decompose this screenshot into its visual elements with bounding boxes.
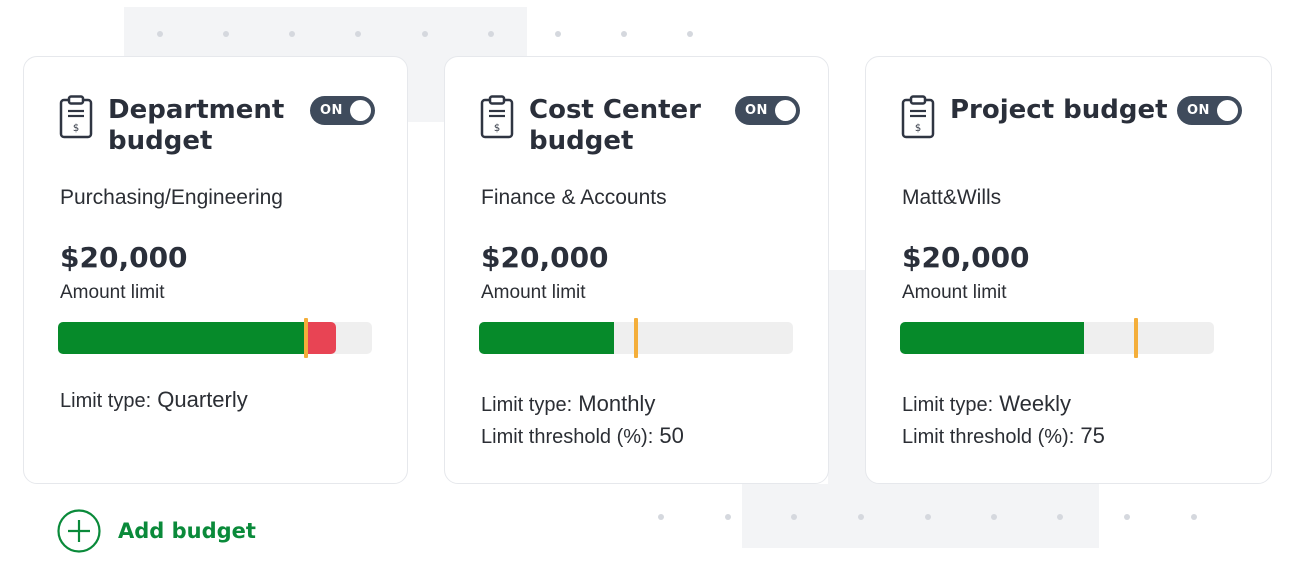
budget-card-department: $ Department budget ON Purchasing/Engine… [23,56,408,484]
background-dot [858,514,864,520]
limit-type-label: Limit type: [60,390,152,412]
limit-threshold-value: 75 [1080,423,1105,448]
enable-toggle[interactable]: ON [735,96,800,125]
card-subtitle: Purchasing/Engineering [60,186,283,209]
toggle-knob [775,100,796,121]
limit-type-value: Quarterly [157,387,248,412]
limit-threshold-label: Limit threshold (%): [481,426,654,448]
limit-type-value: Monthly [578,391,656,416]
limit-threshold: Limit threshold (%): 50 [481,422,684,451]
toggle-knob [350,100,371,121]
svg-text:$: $ [73,123,79,134]
progress-over-limit [306,322,336,354]
background-dot [157,31,163,37]
clipboard-dollar-icon: $ [901,95,935,139]
add-budget-label: Add budget [118,519,256,543]
background-dot [991,514,997,520]
limit-type-label: Limit type: [902,394,994,416]
background-dot [791,514,797,520]
progress-fill [479,322,614,354]
limit-type: Limit type: Quarterly [60,386,248,415]
background-dot [687,31,693,37]
limit-type: Limit type: Monthly [481,390,655,419]
toggle-label: ON [1187,103,1210,118]
progress-fill [58,322,306,354]
background-dot [289,31,295,37]
threshold-marker [1134,318,1138,358]
enable-toggle[interactable]: ON [1177,96,1242,125]
background-dot [1191,514,1197,520]
amount-value: $20,000 [902,241,1030,274]
amount-value: $20,000 [481,241,609,274]
amount-label: Amount limit [60,282,165,303]
budget-progress-bar [900,318,1214,358]
background-dot [488,31,494,37]
clipboard-dollar-icon: $ [59,95,93,139]
background-dot [355,31,361,37]
background-dot [658,514,664,520]
toggle-knob [1217,100,1238,121]
limit-type: Limit type: Weekly [902,390,1071,419]
background-dot [223,31,229,37]
plus-circle-icon [57,509,101,553]
budget-progress-bar [58,318,372,358]
limit-threshold: Limit threshold (%): 75 [902,422,1105,451]
background-dot [1124,514,1130,520]
enable-toggle[interactable]: ON [310,96,375,125]
budget-card-project: $ Project budget ON Matt&Wills $20,000 A… [865,56,1272,484]
card-subtitle: Matt&Wills [902,186,1002,209]
card-title: Cost Center budget [529,95,702,156]
background-dot [621,31,627,37]
budget-progress-bar [479,318,793,358]
background-dot [422,31,428,37]
toggle-label: ON [320,103,343,118]
limit-threshold-label: Limit threshold (%): [902,426,1075,448]
threshold-marker [304,318,308,358]
svg-text:$: $ [915,123,921,134]
background-dot [725,514,731,520]
progress-fill [900,322,1084,354]
svg-text:$: $ [494,123,500,134]
limit-threshold-value: 50 [659,423,684,448]
threshold-marker [634,318,638,358]
card-title: Project budget [950,95,1168,125]
add-budget-button[interactable]: Add budget [57,507,256,555]
amount-label: Amount limit [481,282,586,303]
card-title: Department budget [108,95,285,156]
clipboard-dollar-icon: $ [480,95,514,139]
background-dot [555,31,561,37]
limit-type-label: Limit type: [481,394,573,416]
limit-type-value: Weekly [999,391,1072,416]
budget-card-cost-center: $ Cost Center budget ON Finance & Accoun… [444,56,829,484]
background-dot [925,514,931,520]
amount-label: Amount limit [902,282,1007,303]
amount-value: $20,000 [60,241,188,274]
background-dot [1057,514,1063,520]
card-subtitle: Finance & Accounts [481,186,667,209]
toggle-label: ON [745,103,768,118]
